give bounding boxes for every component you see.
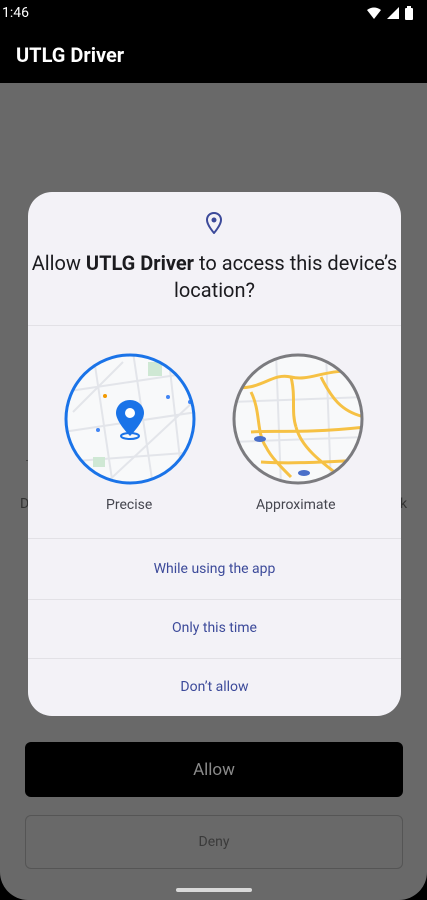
allow-button[interactable]: Allow — [25, 742, 403, 797]
dialog-heading: Allow UTLG Driver to access this device’… — [28, 250, 401, 304]
deny-button[interactable]: Deny — [25, 815, 403, 869]
dont-allow-button[interactable]: Don’t allow — [28, 679, 401, 695]
divider — [28, 538, 401, 539]
heading-suffix: to access this device’s location? — [174, 251, 398, 302]
app-bar: UTLG Driver — [0, 28, 427, 83]
background-text-right: k — [400, 496, 408, 512]
status-time: 1:46 — [2, 5, 29, 21]
only-this-time-button[interactable]: Only this time — [28, 620, 401, 636]
precise-option[interactable] — [63, 352, 197, 490]
heading-app-name: UTLG Driver — [85, 251, 195, 275]
divider — [28, 658, 401, 659]
precise-label: Precise — [106, 497, 153, 513]
location-pin-icon — [205, 212, 223, 234]
status-bar: 1:46 — [0, 0, 427, 28]
app-title: UTLG Driver — [16, 43, 125, 67]
divider — [28, 325, 401, 326]
heading-prefix: Allow — [31, 251, 86, 275]
precise-map-icon — [64, 353, 196, 485]
gesture-navigation-bar[interactable] — [176, 888, 252, 892]
divider — [28, 599, 401, 600]
battery-icon — [405, 6, 413, 20]
status-icons — [367, 6, 413, 20]
screen: 1:46 UTLG Driver D k Allow Deny Allow UT… — [0, 0, 427, 900]
approximate-option[interactable] — [231, 352, 365, 490]
wifi-icon — [367, 7, 381, 19]
approximate-label: Approximate — [256, 497, 336, 513]
while-using-app-button[interactable]: While using the app — [28, 561, 401, 577]
approximate-map-icon — [232, 353, 364, 485]
signal-icon — [387, 7, 399, 19]
location-permission-dialog: Allow UTLG Driver to access this device’… — [28, 192, 401, 716]
